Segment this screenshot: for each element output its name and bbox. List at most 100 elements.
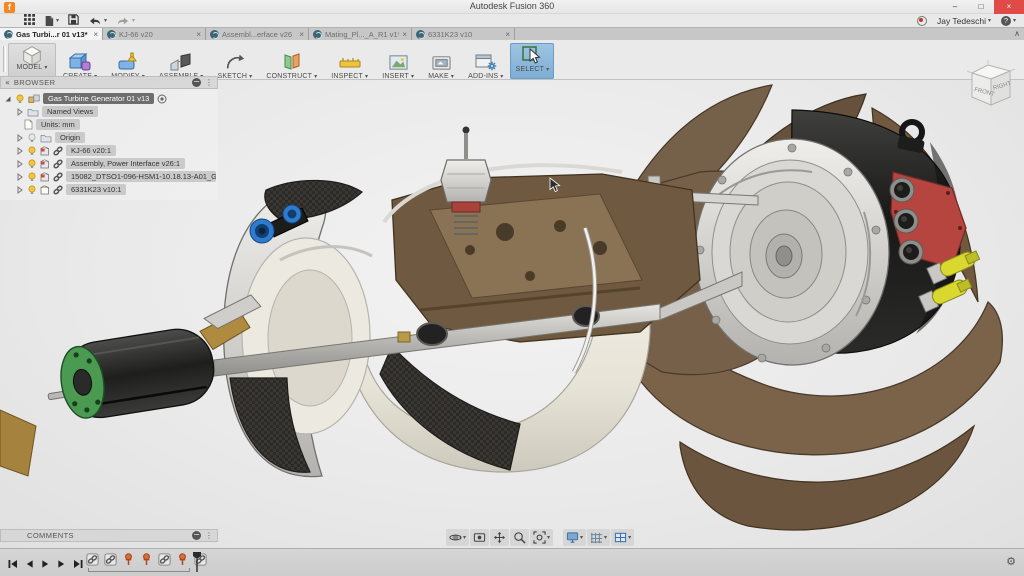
timeline-position-marker[interactable] <box>192 551 202 576</box>
timeline-feature-joint-icon[interactable] <box>140 553 153 566</box>
gear-icon[interactable]: ⚙ <box>1006 555 1016 568</box>
sketch-icon <box>224 51 246 73</box>
quick-access-toolbar: ▾ ▾ ▾ Jay Tedeschi ▾ ? ▾ <box>0 14 1024 27</box>
viewports-button[interactable]: ▾ <box>611 529 634 546</box>
expand-arrow-icon[interactable] <box>16 108 24 116</box>
expand-arrow-icon[interactable] <box>4 95 12 103</box>
menu-create[interactable]: CREATE▾ <box>56 42 104 80</box>
comments-collapse-icon[interactable]: − <box>192 531 201 540</box>
timeline-feature-link-icon[interactable] <box>158 553 171 566</box>
display-settings-button[interactable]: ▾ <box>563 529 586 546</box>
menu-add-ins[interactable]: ADD-INS▾ <box>461 42 510 80</box>
fusion-doc-icon <box>107 30 116 39</box>
redo-button[interactable]: ▾ <box>116 16 135 26</box>
close-button[interactable]: × <box>994 0 1024 14</box>
navigation-bar: ▾ ▾ ▾ ▾ ▾ <box>446 528 634 547</box>
menu-make[interactable]: MAKE▾ <box>421 42 461 80</box>
panel-collapse-icon[interactable]: − <box>192 78 201 87</box>
modify-icon <box>116 51 140 73</box>
help-menu[interactable]: ? ▾ <box>1001 16 1016 26</box>
model-generator-flange[interactable] <box>695 139 889 365</box>
minimize-button[interactable]: – <box>942 0 968 14</box>
go-to-end-button[interactable] <box>73 556 83 574</box>
bulb-icon[interactable] <box>27 185 37 195</box>
timeline-feature-joint-icon[interactable] <box>122 553 135 566</box>
menu-select[interactable]: SELECT▾ <box>510 43 554 79</box>
go-to-start-button[interactable] <box>8 556 18 574</box>
fusion360-window: f Autodesk Fusion 360 – □ × ▾ ▾ <box>0 0 1024 576</box>
browser-row-6331k23[interactable]: 6331K23 v10:1 <box>0 183 218 196</box>
body-icon <box>40 185 50 195</box>
menu-inspect[interactable]: INSPECT▾ <box>324 42 375 80</box>
step-back-button[interactable] <box>25 556 34 574</box>
bulb-icon[interactable] <box>27 146 37 156</box>
model-workspace-icon <box>18 44 46 66</box>
browser-row-units[interactable]: Units: mm <box>0 118 218 131</box>
bulb-icon[interactable] <box>15 94 25 104</box>
file-menu-button[interactable]: ▾ <box>44 15 59 27</box>
menu-insert[interactable]: INSERT▾ <box>375 42 421 80</box>
fit-button[interactable]: ▾ <box>530 529 553 546</box>
bulb-icon[interactable] <box>27 159 37 169</box>
browser-row-named-views[interactable]: Named Views <box>0 105 218 118</box>
folder-icon <box>40 133 52 143</box>
comments-header[interactable]: COMMENTS − ⋮ <box>0 529 218 542</box>
timeline-feature-link-icon[interactable] <box>86 553 99 566</box>
expand-arrow-icon[interactable] <box>16 186 24 194</box>
pan-button[interactable] <box>490 529 509 546</box>
menu-assemble[interactable]: ASSEMBLE▾ <box>152 42 211 80</box>
comments-panel: COMMENTS − ⋮ <box>0 529 218 542</box>
select-cursor-icon <box>522 44 542 66</box>
menu-modify[interactable]: MODIFY▾ <box>104 42 152 80</box>
component-icon <box>40 159 50 169</box>
make-icon <box>430 51 453 73</box>
look-at-icon <box>473 531 486 544</box>
bulb-off-icon[interactable] <box>27 133 37 143</box>
user-menu[interactable]: Jay Tedeschi ▾ <box>937 16 991 26</box>
look-at-button[interactable] <box>470 529 489 546</box>
link-icon <box>53 159 63 169</box>
bulb-icon[interactable] <box>27 172 37 182</box>
menu-sketch[interactable]: SKETCH▾ <box>211 42 260 80</box>
link-icon <box>53 146 63 156</box>
browser-row-15082[interactable]: 15082_DTSO1-096-HSM1-10.18.13-A01_Ge... <box>0 170 218 183</box>
orbit-button[interactable]: ▾ <box>446 529 469 546</box>
play-button[interactable] <box>41 556 50 574</box>
browser-header[interactable]: « BROWSER − ⋮ <box>0 76 218 89</box>
menu-construct[interactable]: CONSTRUCT▾ <box>259 42 324 80</box>
browser-row-power-interface[interactable]: Assembly, Power Interface v26:1 <box>0 157 218 170</box>
toolbar-collapse-chevron[interactable]: ∧ <box>1014 27 1020 40</box>
timeline-feature-link-icon[interactable] <box>104 553 117 566</box>
model-fuel-manifold-part[interactable] <box>0 410 36 476</box>
browser-root-label[interactable]: Gas Turbine Generator 01 v13 <box>43 93 154 104</box>
activate-radio-icon[interactable] <box>157 94 167 104</box>
user-name: Jay Tedeschi <box>937 16 986 26</box>
undo-button[interactable]: ▾ <box>88 16 107 26</box>
record-icon[interactable] <box>917 16 927 26</box>
timeline-feature-joint-icon[interactable] <box>176 553 189 566</box>
timeline-playback-controls <box>8 556 83 574</box>
expand-arrow-icon[interactable] <box>16 147 24 155</box>
browser-row-origin[interactable]: Origin <box>0 131 218 144</box>
expand-arrow-icon[interactable] <box>16 160 24 168</box>
comments-grip-icon[interactable]: ⋮ <box>205 530 213 542</box>
inspect-icon <box>338 51 362 73</box>
maximize-button[interactable]: □ <box>968 0 994 14</box>
grid-snaps-button[interactable]: ▾ <box>587 529 610 546</box>
workspace-selector[interactable]: MODEL▾ <box>8 43 56 79</box>
browser-row-kj66[interactable]: KJ-66 v20:1 <box>0 144 218 157</box>
document-icon <box>24 119 33 130</box>
insert-icon <box>387 51 410 73</box>
display-settings-icon <box>566 531 579 544</box>
ribbon-toolbar: MODEL▾ CREATE▾ MODIFY▾ ASSEMBLE▾ SKETCH▾ <box>0 40 1024 80</box>
browser-panel: « BROWSER − ⋮ Gas Turbine Generator 01 v… <box>0 76 218 200</box>
view-cube[interactable]: FRONT RIGHT <box>960 58 1018 116</box>
step-forward-button[interactable] <box>57 556 66 574</box>
browser-root-row[interactable]: Gas Turbine Generator 01 v13 <box>0 92 218 105</box>
panel-grip-icon[interactable]: ⋮ <box>205 77 213 89</box>
expand-arrow-icon[interactable] <box>16 134 24 142</box>
zoom-button[interactable] <box>510 529 529 546</box>
comments-title: COMMENTS <box>5 531 188 540</box>
expand-arrow-icon[interactable] <box>16 173 24 181</box>
panel-dock-icon[interactable]: « <box>5 77 10 89</box>
